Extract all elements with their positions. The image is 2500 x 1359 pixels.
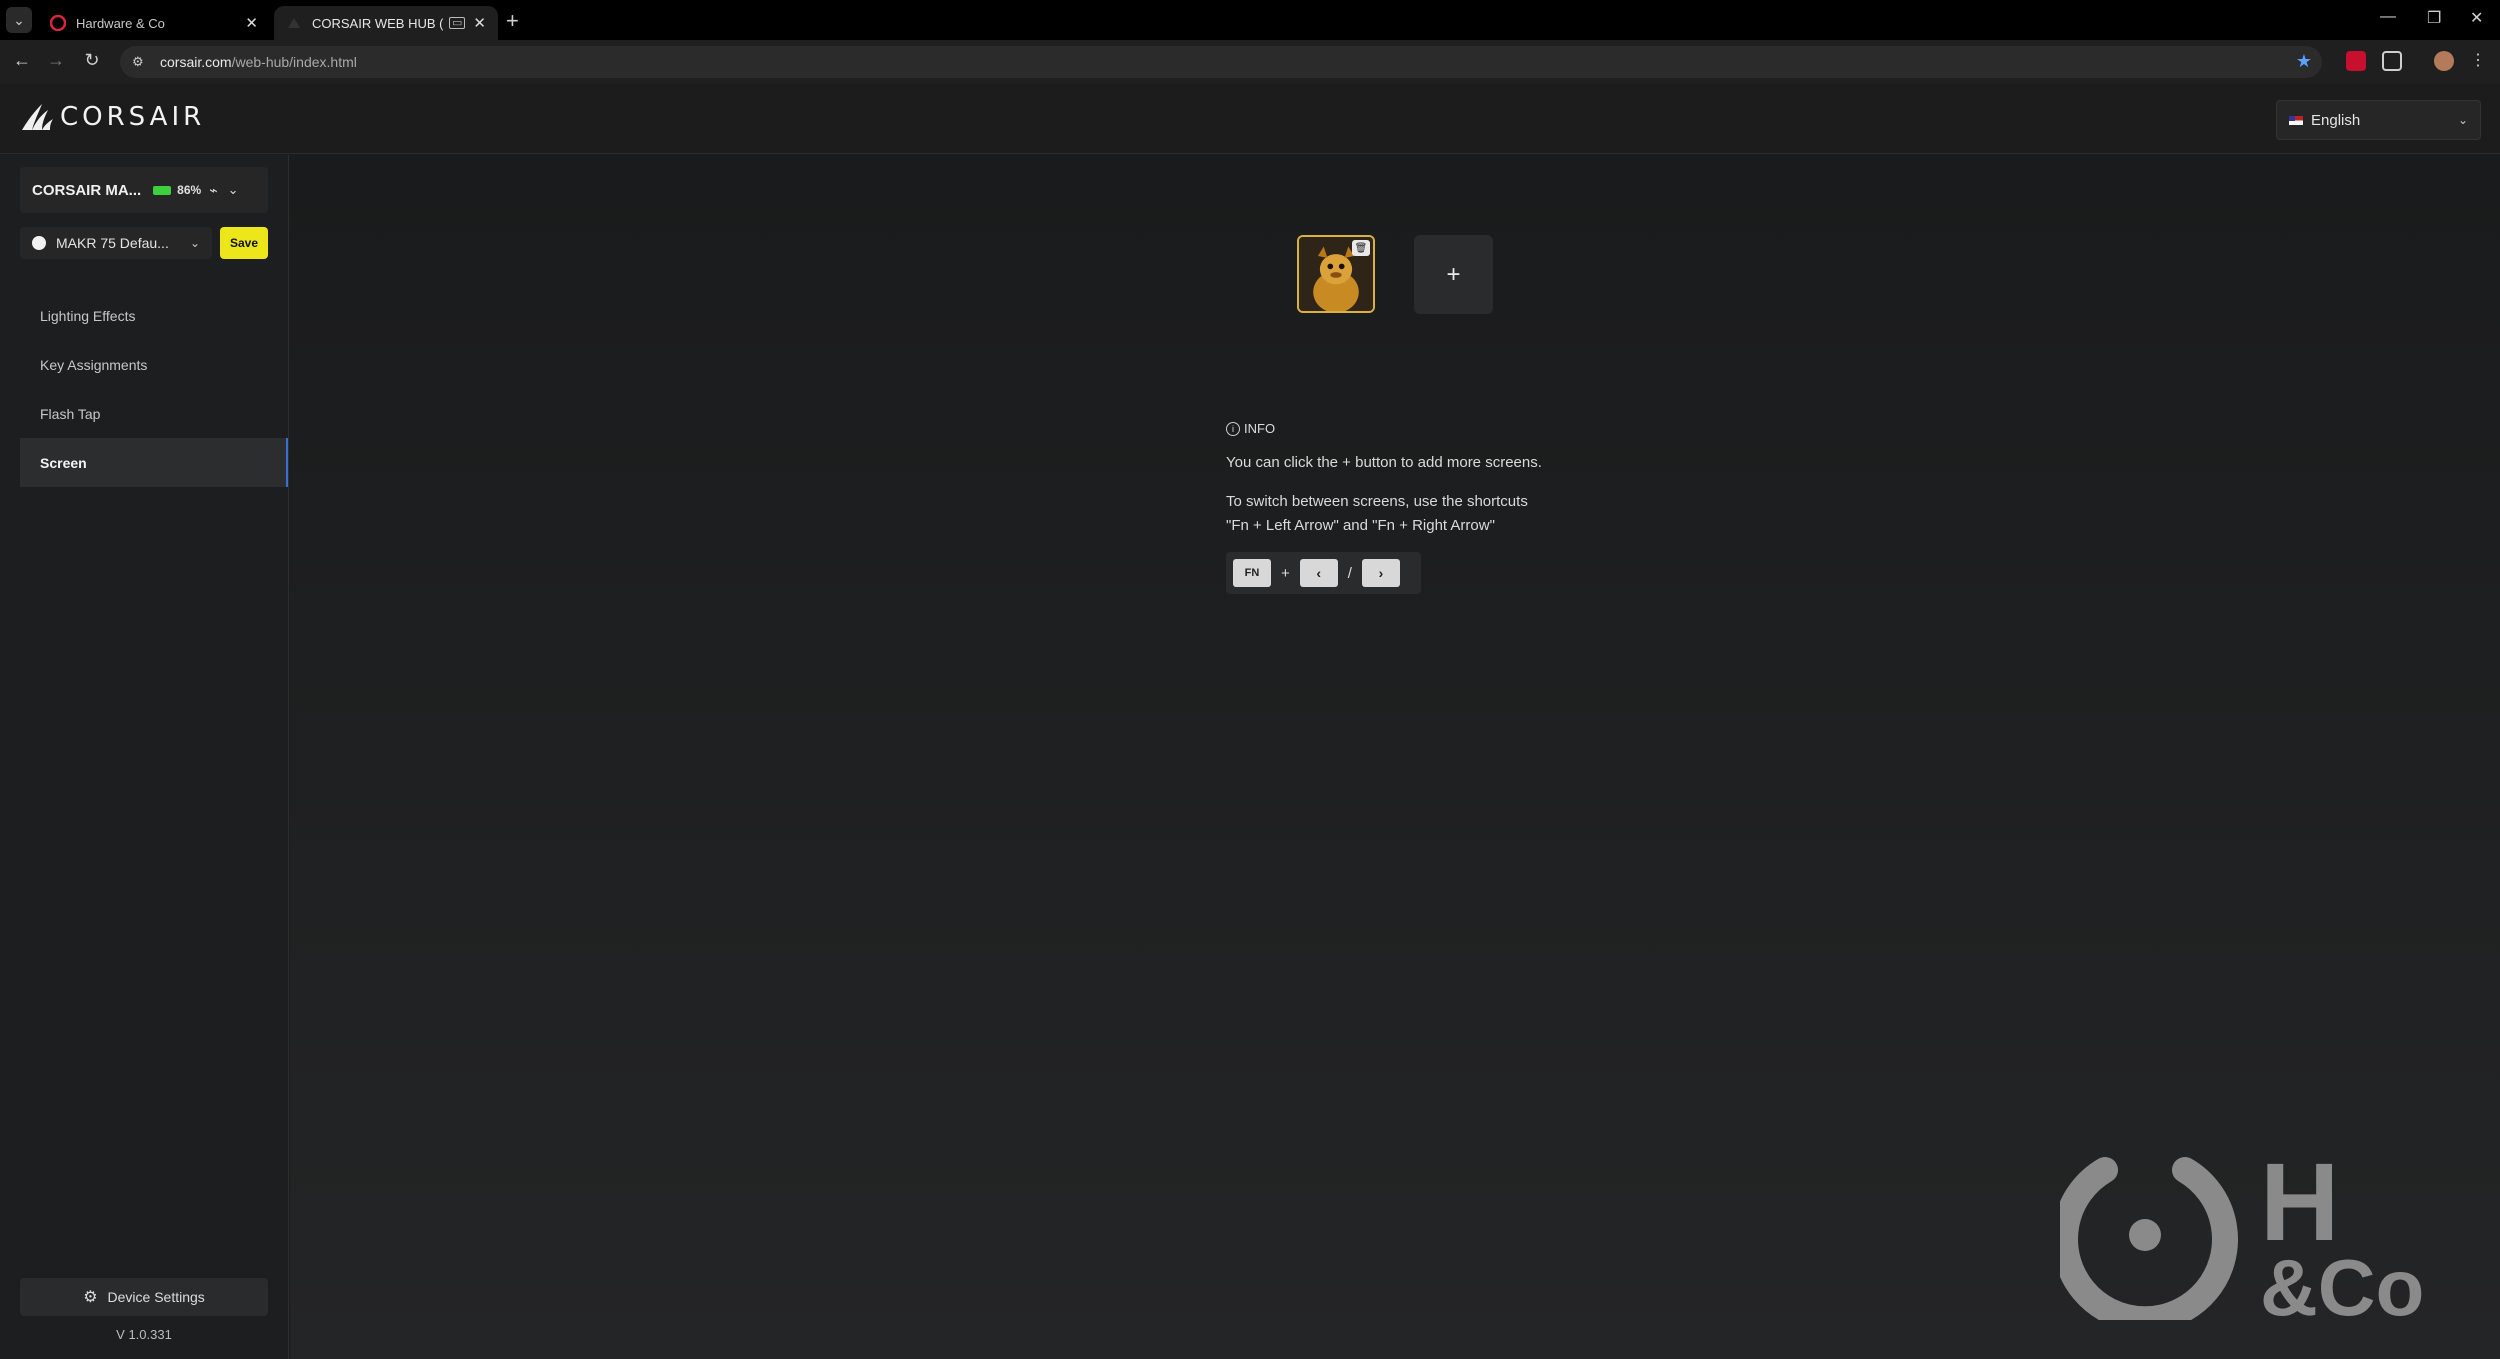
chevron-down-icon: ⌄ [227, 182, 239, 197]
app-header: CORSAIR English ⌄ [0, 84, 2500, 154]
info-heading: i INFO [1226, 421, 1626, 436]
info-panel: i INFO You can click the + button to add… [1226, 421, 1626, 594]
device-settings-button[interactable]: ⚙ Device Settings [20, 1278, 268, 1316]
sidebar: CORSAIR MA... 86% ⌁ ⌄ MAKR 75 Defau... ⌄… [0, 155, 289, 1359]
app-version: V 1.0.331 [116, 1327, 172, 1342]
address-bar[interactable]: ⚙ corsair.com/web-hub/index.html ★ [120, 46, 2322, 78]
corsair-sails-icon [22, 104, 53, 130]
screen-thumbnail[interactable]: 🗑 [1297, 235, 1375, 313]
shortcut-keys: FN + ‹ / › [1226, 552, 1421, 594]
info-icon: i [1226, 421, 1240, 436]
url-host: corsair.com [160, 54, 232, 70]
tab-hardware-co[interactable]: Hardware & Co ✕ [38, 6, 270, 40]
plus-separator: + [1281, 564, 1290, 582]
reload-icon[interactable]: ↻ [80, 50, 104, 71]
watermark-co: &Co [2260, 1243, 2424, 1320]
device-selector[interactable]: CORSAIR MA... 86% ⌁ ⌄ [20, 167, 268, 213]
url-text: corsair.com/web-hub/index.html [160, 54, 357, 70]
right-arrow-key: › [1361, 559, 1400, 587]
browser-tabstrip: ⌄ Hardware & Co ✕ CORSAIR WEB HUB (BETA)… [0, 0, 2500, 40]
forward-icon[interactable]: → [44, 50, 68, 71]
tab-corsair-web-hub[interactable]: CORSAIR WEB HUB (BETA) ▭ ✕ [274, 6, 498, 40]
battery-percent: 86% [177, 183, 202, 197]
profile-name: MAKR 75 Defau... [56, 235, 169, 251]
tab-label: CORSAIR WEB HUB (BETA) [312, 15, 443, 31]
sidebar-item-key-assignments[interactable]: Key Assignments [20, 340, 288, 389]
hardware-co-watermark: H &Co [2060, 1150, 2424, 1320]
left-arrow-key: ‹ [1299, 559, 1338, 587]
info-title: INFO [1244, 421, 1276, 436]
battery-icon [153, 185, 172, 195]
language-label: English [2311, 111, 2361, 129]
browser-toolbar: ← → ↻ ⚙ corsair.com/web-hub/index.html ★… [0, 40, 2500, 84]
corsair-logo[interactable]: CORSAIR [20, 102, 205, 132]
close-icon[interactable]: ✕ [473, 14, 486, 32]
profile-color-dot [32, 236, 46, 250]
back-icon[interactable]: ← [10, 50, 34, 71]
chevron-down-icon: ⌄ [13, 11, 25, 28]
slash-separator: / [1347, 564, 1352, 582]
fn-key: FN [1233, 559, 1271, 587]
gear-icon: ⚙ [83, 1289, 98, 1306]
extensions-puzzle-icon[interactable] [2382, 51, 2402, 71]
restore-icon[interactable]: ❐ [2427, 8, 2441, 28]
close-icon[interactable]: ✕ [245, 14, 258, 32]
info-switch-text: To switch between screens, use the short… [1226, 490, 1626, 538]
watermark-dot [2129, 1219, 2161, 1251]
info-switch-line-1: To switch between screens, use the short… [1226, 493, 1528, 510]
sidebar-item-screen[interactable]: Screen [20, 438, 288, 487]
us-flag-icon [2289, 115, 2303, 125]
extension-icon[interactable] [2346, 51, 2366, 71]
sidebar-nav: Lighting Effects Key Assignments Flash T… [20, 291, 288, 487]
profile-avatar[interactable] [2434, 51, 2454, 71]
new-tab-button[interactable]: + [506, 8, 519, 34]
device-settings-label: Device Settings [107, 1289, 205, 1305]
corsair-favicon-icon [288, 18, 300, 28]
bookmark-star-icon[interactable]: ★ [2296, 51, 2312, 72]
profile-selector[interactable]: MAKR 75 Defau... ⌄ [20, 227, 212, 259]
site-settings-icon[interactable]: ⚙ [132, 54, 148, 70]
sidebar-item-lighting-effects[interactable]: Lighting Effects [20, 291, 288, 340]
kebab-menu-icon[interactable]: ⋮ [2466, 50, 2490, 70]
info-switch-line-2: "Fn + Left Arrow" and "Fn + Right Arrow" [1226, 517, 1495, 534]
chevron-down-icon: ⌄ [189, 236, 200, 250]
logo-text: CORSAIR [60, 102, 206, 132]
sidebar-item-flash-tap[interactable]: Flash Tap [20, 389, 288, 438]
save-button[interactable]: Save [220, 227, 268, 259]
tab-label: Hardware & Co [76, 15, 165, 31]
url-path: /web-hub/index.html [231, 54, 357, 70]
tab-search-button[interactable]: ⌄ [6, 7, 32, 33]
media-icon[interactable]: ▭ [449, 17, 466, 29]
close-window-icon[interactable]: ✕ [2470, 8, 2483, 28]
chevron-down-icon: ⌄ [2457, 113, 2468, 127]
info-add-screens-text: You can click the + button to add more s… [1226, 454, 1542, 471]
add-screen-button[interactable]: + [1414, 235, 1493, 314]
hardware-co-favicon-icon [50, 15, 66, 31]
wired-connection-icon: ⌁ [209, 181, 218, 198]
language-select[interactable]: English ⌄ [2276, 100, 2481, 140]
minimize-icon[interactable]: — [2380, 8, 2396, 26]
device-name: CORSAIR MA... [32, 181, 142, 199]
delete-screen-icon[interactable]: 🗑 [1352, 240, 1370, 256]
